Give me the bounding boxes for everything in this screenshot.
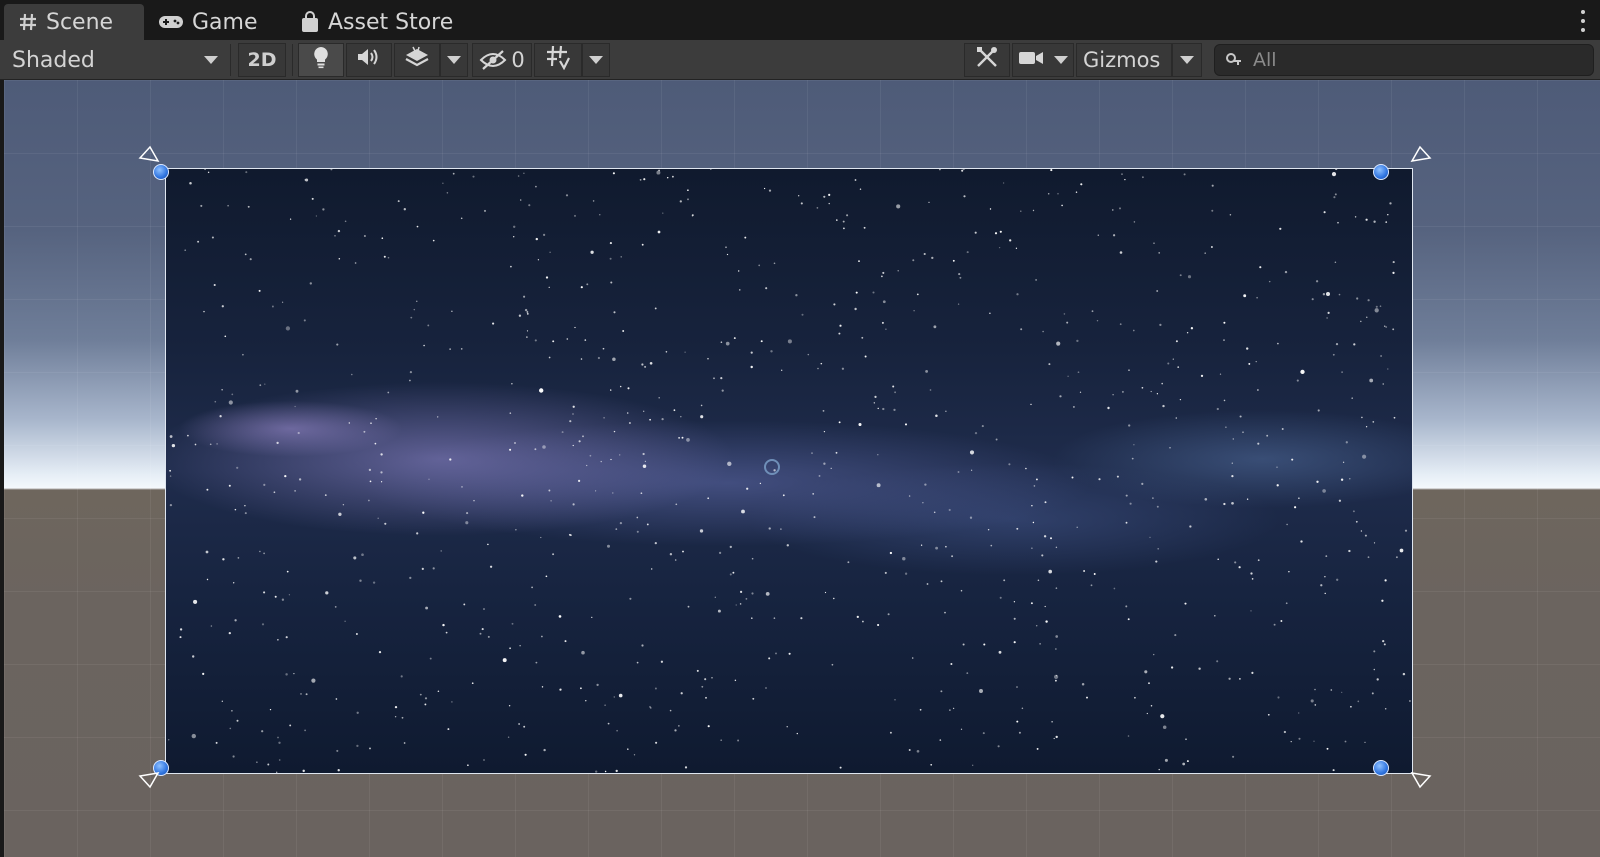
speaker-icon	[356, 47, 382, 73]
tab-game-label: Game	[192, 9, 258, 35]
lighting-toggle-button[interactable]	[298, 43, 344, 77]
tab-scene[interactable]: Scene	[4, 4, 144, 40]
tab-asset-store-label: Asset Store	[328, 9, 454, 35]
tab-scene-label: Scene	[46, 9, 114, 35]
rotate-handle-bottom-left[interactable]	[136, 768, 162, 790]
search-icon	[1225, 52, 1243, 68]
grid-toggle-button[interactable]	[534, 43, 582, 77]
pivot-gizmo[interactable]	[764, 459, 780, 475]
hidden-objects-count: 0	[511, 48, 525, 72]
chevron-down-icon	[204, 56, 218, 64]
toolbar-divider	[230, 44, 231, 76]
effects-toggle-button[interactable]	[394, 43, 440, 77]
audio-toggle-button[interactable]	[346, 43, 392, 77]
rect-handle-top-left[interactable]	[153, 164, 169, 180]
tab-game[interactable]: Game	[158, 4, 278, 40]
chevron-down-icon	[447, 56, 461, 64]
draw-mode-label: Shaded	[12, 47, 95, 73]
tools-button[interactable]	[964, 43, 1010, 77]
rect-handle-bottom-right[interactable]	[1373, 760, 1389, 776]
star-field	[168, 169, 1411, 773]
rotate-handle-top-right[interactable]	[1408, 144, 1434, 166]
gizmos-label: Gizmos	[1083, 48, 1161, 72]
gizmos-dropdown-button[interactable]	[1172, 43, 1202, 77]
scene-view-tab-bar: Scene Game Asset Store	[0, 0, 1600, 40]
lightbulb-icon	[312, 45, 330, 75]
gamepad-icon	[158, 13, 184, 31]
rotate-handle-bottom-right[interactable]	[1408, 768, 1434, 790]
grid-dropdown-button[interactable]	[582, 43, 610, 77]
camera-settings-dropdown[interactable]	[1012, 43, 1074, 77]
mode-2d-toggle[interactable]: 2D	[238, 43, 286, 77]
shopping-bag-icon	[300, 11, 320, 33]
grid-hash-icon	[18, 12, 38, 32]
chevron-down-icon	[589, 56, 603, 64]
toolbar-divider	[292, 44, 293, 76]
tools-icon	[975, 45, 999, 75]
tab-asset-store[interactable]: Asset Store	[300, 4, 490, 40]
scene-visibility-toggle[interactable]: 0	[472, 43, 532, 77]
chevron-down-icon	[1054, 56, 1068, 64]
eye-slash-icon	[479, 50, 507, 70]
scene-viewport[interactable]	[4, 80, 1600, 857]
kebab-menu-icon[interactable]	[1580, 10, 1586, 32]
chevron-down-icon	[1180, 56, 1194, 64]
rect-handle-top-right[interactable]	[1373, 164, 1389, 180]
search-input[interactable]	[1251, 48, 1575, 72]
camera-icon	[1018, 48, 1044, 73]
effects-dropdown-button[interactable]	[440, 43, 468, 77]
gizmos-toggle-button[interactable]: Gizmos	[1076, 43, 1172, 77]
grid-snap-icon	[545, 44, 571, 76]
mode-2d-label: 2D	[247, 49, 277, 71]
layers-icon	[404, 46, 430, 74]
draw-mode-dropdown[interactable]: Shaded	[4, 43, 226, 77]
scene-search-field[interactable]	[1214, 44, 1594, 76]
scene-toolbar: Shaded 2D 0 Gizmos All	[0, 40, 1600, 80]
sprite-night-sky[interactable]	[165, 168, 1413, 774]
rotate-handle-top-left[interactable]	[136, 144, 162, 166]
